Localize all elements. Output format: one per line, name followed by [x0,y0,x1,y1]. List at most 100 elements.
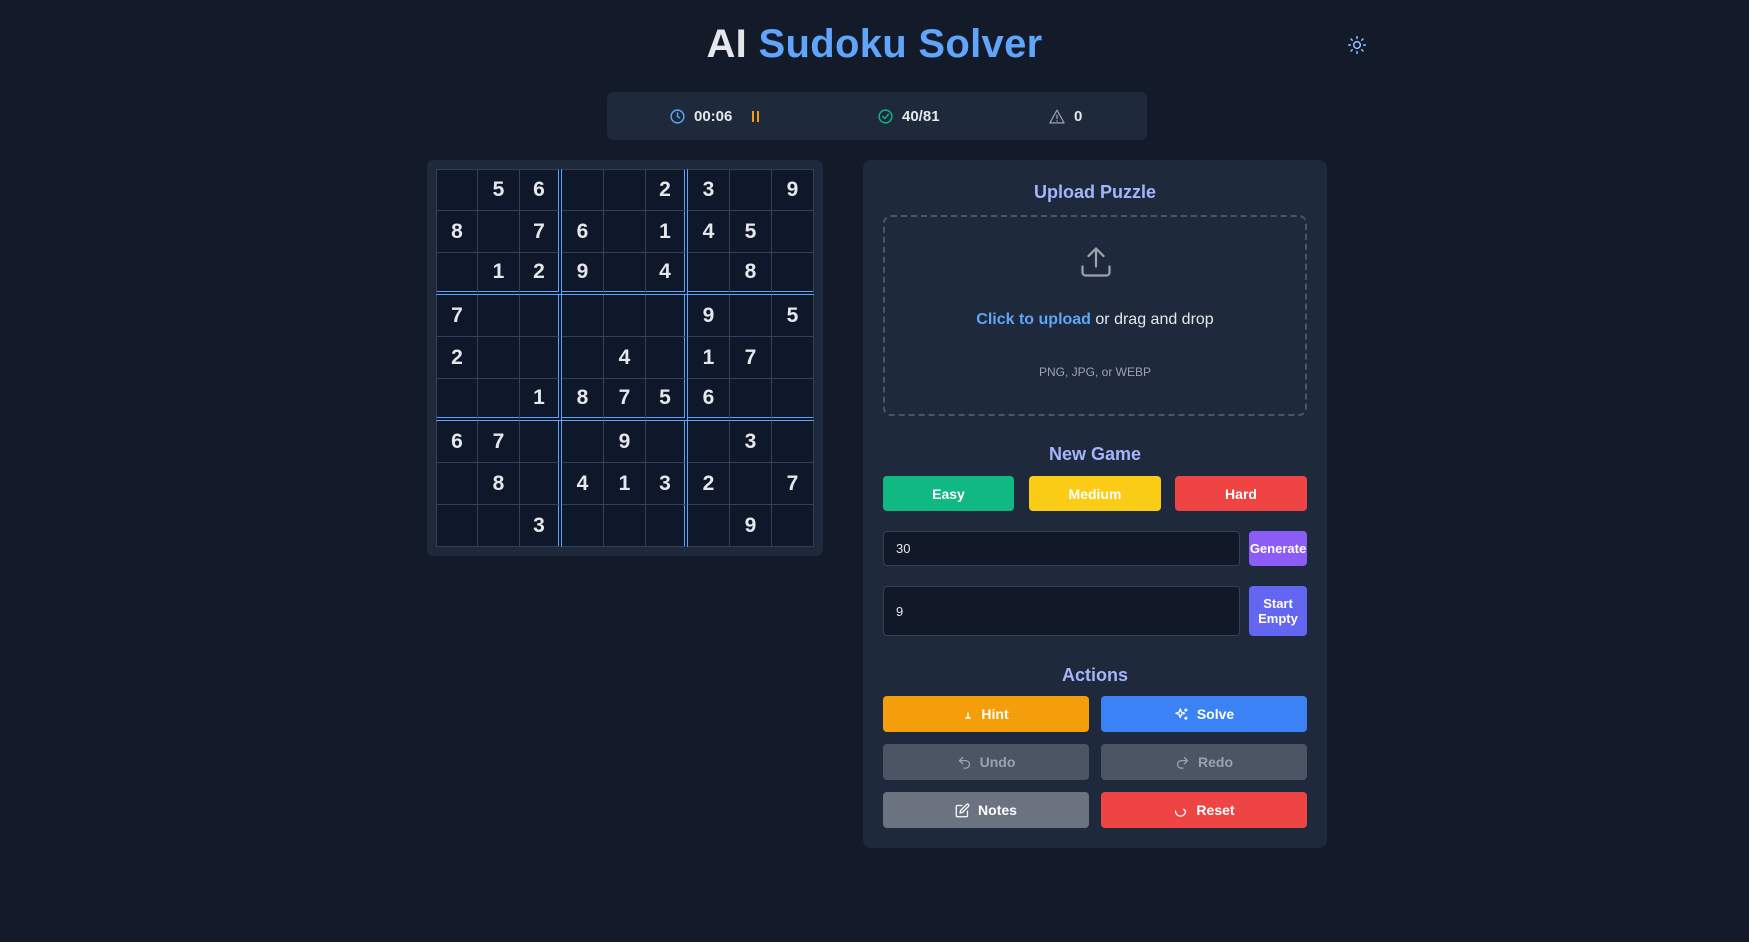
easy-button[interactable]: Easy [883,476,1014,511]
sudoku-cell[interactable]: 5 [478,169,520,211]
sudoku-cell[interactable] [520,295,562,337]
sudoku-cell[interactable] [478,337,520,379]
sudoku-cell[interactable]: 8 [730,253,772,295]
sudoku-cell[interactable]: 3 [730,421,772,463]
sudoku-cell[interactable]: 1 [478,253,520,295]
sudoku-cell[interactable]: 6 [436,421,478,463]
sudoku-cell[interactable]: 6 [520,169,562,211]
sudoku-cell[interactable] [772,337,814,379]
sudoku-cell[interactable] [688,421,730,463]
sudoku-cell[interactable] [772,253,814,295]
sudoku-cell[interactable] [604,253,646,295]
sudoku-cell[interactable]: 1 [646,211,688,253]
sudoku-cell[interactable]: 3 [688,169,730,211]
upload-dropzone[interactable]: Click to upload or drag and drop PNG, JP… [883,215,1307,416]
sudoku-cell[interactable] [562,337,604,379]
sudoku-cell[interactable]: 2 [688,463,730,505]
sudoku-cell[interactable] [772,379,814,421]
sudoku-cell[interactable]: 4 [562,463,604,505]
sudoku-cell[interactable] [520,463,562,505]
sudoku-cell[interactable]: 5 [730,211,772,253]
sudoku-cell[interactable] [604,295,646,337]
sudoku-cell[interactable]: 4 [604,337,646,379]
sudoku-cell[interactable] [562,505,604,547]
sudoku-cell[interactable]: 7 [520,211,562,253]
sudoku-cell[interactable]: 1 [520,379,562,421]
grid-size-input[interactable] [883,586,1240,636]
sudoku-cell[interactable]: 9 [604,421,646,463]
sudoku-cell[interactable]: 7 [772,463,814,505]
theme-toggle-button[interactable] [1344,32,1370,58]
sudoku-cell[interactable]: 7 [730,337,772,379]
start-empty-button[interactable]: Start Empty [1249,586,1307,636]
sudoku-cell[interactable]: 6 [562,211,604,253]
undo-icon [958,756,970,769]
sudoku-cell[interactable] [436,253,478,295]
sudoku-cell[interactable] [730,463,772,505]
click-to-upload-link[interactable]: Click to upload [976,311,1091,328]
sudoku-cell[interactable] [730,169,772,211]
sudoku-cell[interactable] [436,463,478,505]
sudoku-cell[interactable]: 9 [772,169,814,211]
sudoku-cell[interactable] [646,505,688,547]
sudoku-board-container: 5623987614512948795241718756679384132739 [427,160,823,556]
sudoku-cell[interactable] [604,211,646,253]
sudoku-cell[interactable]: 6 [688,379,730,421]
sudoku-cell[interactable] [772,421,814,463]
sudoku-cell[interactable] [562,295,604,337]
sudoku-cell[interactable] [562,421,604,463]
undo-button[interactable]: Undo [883,744,1089,780]
sudoku-cell[interactable]: 3 [646,463,688,505]
sudoku-cell[interactable]: 2 [436,337,478,379]
sudoku-cell[interactable]: 2 [520,253,562,295]
sudoku-cell[interactable]: 7 [604,379,646,421]
sudoku-cell[interactable] [478,505,520,547]
sudoku-cell[interactable] [646,337,688,379]
sudoku-cell[interactable] [730,295,772,337]
sudoku-cell[interactable] [520,421,562,463]
redo-button[interactable]: Redo [1101,744,1307,780]
sudoku-cell[interactable] [436,505,478,547]
sudoku-cell[interactable]: 5 [772,295,814,337]
generate-button[interactable]: Generate [1249,531,1307,566]
sudoku-cell[interactable]: 4 [688,211,730,253]
sudoku-cell[interactable]: 7 [436,295,478,337]
sudoku-cell[interactable] [562,169,604,211]
pause-button[interactable] [752,110,760,122]
sudoku-cell[interactable] [772,211,814,253]
notes-button[interactable]: Notes [883,792,1089,828]
sudoku-cell[interactable] [646,421,688,463]
sudoku-cell[interactable]: 8 [562,379,604,421]
sudoku-cell[interactable] [520,337,562,379]
sudoku-cell[interactable]: 1 [604,463,646,505]
sudoku-cell[interactable] [478,379,520,421]
sudoku-cell[interactable]: 9 [688,295,730,337]
sudoku-cell[interactable] [604,505,646,547]
sudoku-cell[interactable] [478,295,520,337]
sudoku-cell[interactable]: 1 [688,337,730,379]
reset-button[interactable]: Reset [1101,792,1307,828]
sudoku-cell[interactable]: 9 [562,253,604,295]
sudoku-cell[interactable]: 8 [478,463,520,505]
sudoku-cell[interactable]: 7 [478,421,520,463]
sudoku-cell[interactable] [688,505,730,547]
sudoku-cell[interactable] [604,169,646,211]
sudoku-cell[interactable]: 2 [646,169,688,211]
sudoku-cell[interactable] [478,211,520,253]
medium-button[interactable]: Medium [1029,476,1161,511]
sudoku-cell[interactable]: 5 [646,379,688,421]
sudoku-cell[interactable] [646,295,688,337]
sudoku-cell[interactable] [436,379,478,421]
sudoku-cell[interactable] [688,253,730,295]
sudoku-cell[interactable] [772,505,814,547]
hint-button[interactable]: Hint [883,696,1089,732]
clues-count-input[interactable] [883,531,1240,566]
sudoku-cell[interactable]: 9 [730,505,772,547]
sudoku-cell[interactable]: 8 [436,211,478,253]
sudoku-cell[interactable]: 3 [520,505,562,547]
solve-button[interactable]: Solve [1101,696,1307,732]
sudoku-cell[interactable]: 4 [646,253,688,295]
hard-button[interactable]: Hard [1175,476,1307,511]
sudoku-cell[interactable] [730,379,772,421]
sudoku-cell[interactable] [436,169,478,211]
